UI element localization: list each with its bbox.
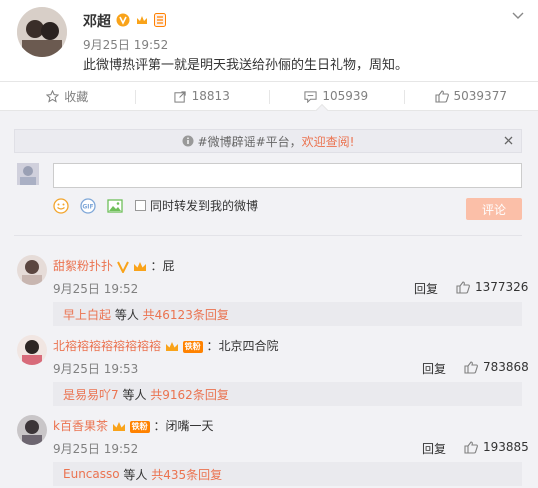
comment-like-button[interactable]: 193885 — [464, 440, 529, 454]
verified-icon — [116, 261, 129, 273]
action-bar: 收藏 18813 105939 5039377 — [0, 81, 538, 111]
sub-reply-user[interactable]: 是易易吖7 — [63, 386, 119, 403]
comment-like-count: 193885 — [483, 440, 529, 454]
image-icon[interactable] — [107, 198, 123, 214]
sub-reply-count[interactable]: 共9162条回复 — [150, 386, 229, 403]
comment-time: 9月25日 19:52 — [53, 282, 139, 296]
composer-tools: GIF 同时转发到我的微博 — [53, 197, 258, 214]
comment-like-count: 783868 — [483, 360, 529, 374]
reply-button[interactable]: 回复 — [422, 360, 446, 377]
commenter-name[interactable]: k百香果茶 — [53, 419, 108, 433]
commenter-name[interactable]: 甜絮粉扑扑 — [53, 259, 113, 273]
repost-button[interactable]: 18813 — [134, 82, 270, 110]
comment-count: 105939 — [322, 89, 369, 103]
repost-icon — [174, 90, 187, 103]
like-count: 5039377 — [453, 89, 507, 103]
fan-badge: 铁粉 — [182, 340, 203, 353]
sub-reply-count[interactable]: 共46123条回复 — [143, 306, 229, 323]
comment-like-button[interactable]: 783868 — [464, 360, 529, 374]
post: 邓超 9月25日 19:52 此微博热评第一就是明天我送给孙俪的生日礼物，周知。 — [0, 0, 538, 81]
crown-icon — [112, 421, 126, 433]
comment-button[interactable]: 105939 — [269, 82, 404, 110]
info-icon — [182, 135, 194, 147]
comment-text: ：闭嘴一天 — [153, 419, 214, 433]
comment-like-count: 1377326 — [475, 280, 529, 294]
close-icon[interactable] — [504, 134, 513, 148]
crown-icon — [165, 341, 179, 353]
crown-icon — [135, 13, 149, 31]
comment-time: 9月25日 19:52 — [53, 442, 139, 456]
emoji-icon[interactable] — [53, 197, 69, 214]
verified-icon — [116, 13, 130, 31]
commenter-avatar[interactable] — [17, 335, 47, 365]
author-avatar[interactable] — [17, 7, 67, 57]
favorite-label: 收藏 — [64, 89, 89, 104]
sub-replies[interactable]: 早上白起 等人 共46123条回复 — [53, 302, 522, 326]
repost-checkbox-label: 同时转发到我的微博 — [150, 199, 259, 213]
rumor-notice: #微博辟谣#平台， 欢迎查阅! — [14, 129, 522, 153]
checkbox-icon[interactable] — [135, 200, 146, 211]
comment-text: ：北京四合院 — [206, 339, 279, 353]
crown-icon — [133, 261, 147, 273]
post-time[interactable]: 9月25日 19:52 — [83, 36, 168, 53]
thumbs-up-icon — [456, 280, 470, 294]
comment-head: 北褣褣褣褣褣褣褣褣 铁粉 ：北京四合院 — [53, 337, 279, 354]
my-avatar[interactable] — [17, 163, 39, 185]
thumbs-up-icon — [434, 89, 449, 103]
comment-head: k百香果茶 铁粉 ：闭嘴一天 — [53, 417, 213, 434]
sub-reply-mid: 等人 — [111, 307, 143, 322]
repost-count: 18813 — [191, 89, 230, 103]
gif-icon[interactable]: GIF — [79, 197, 97, 214]
notice-link[interactable]: 欢迎查阅! — [302, 133, 355, 150]
member-icon — [153, 13, 166, 31]
thumbs-up-icon — [464, 440, 478, 454]
commenter-name[interactable]: 北褣褣褣褣褣褣褣褣 — [53, 339, 161, 353]
author-name[interactable]: 邓超 — [83, 11, 166, 31]
reply-button[interactable]: 回复 — [422, 440, 446, 457]
comment-time: 9月25日 19:53 — [53, 362, 139, 376]
fan-badge: 铁粉 — [129, 420, 150, 433]
comment-section: #微博辟谣#平台， 欢迎查阅! GIF 同时转发到我的微博 评论 甜絮粉扑扑 ：… — [0, 111, 538, 488]
sub-reply-count[interactable]: 共435条回复 — [151, 466, 222, 483]
chevron-down-icon[interactable] — [512, 9, 524, 23]
notice-text: #微博辟谣#平台， — [197, 134, 302, 149]
star-icon — [46, 89, 60, 103]
like-button[interactable]: 5039377 — [403, 82, 538, 110]
repost-checkbox[interactable]: 同时转发到我的微博 — [135, 197, 258, 214]
sub-reply-mid: 等人 — [119, 467, 152, 482]
commenter-avatar[interactable] — [17, 415, 47, 445]
svg-text:GIF: GIF — [82, 203, 93, 210]
weibo-card: 邓超 9月25日 19:52 此微博热评第一就是明天我送给孙俪的生日礼物，周知。… — [0, 0, 538, 111]
comment-icon — [304, 90, 317, 103]
reply-button[interactable]: 回复 — [414, 280, 438, 297]
comment-text: ：屁 — [150, 259, 175, 273]
divider — [14, 235, 522, 236]
post-text: 此微博热评第一就是明天我送给孙俪的生日礼物，周知。 — [83, 58, 409, 73]
sub-replies[interactable]: 是易易吖7 等人 共9162条回复 — [53, 382, 522, 406]
sub-replies[interactable]: Euncasso 等人 共435条回复 — [53, 462, 522, 486]
sub-reply-mid: 等人 — [118, 387, 151, 402]
commenter-avatar[interactable] — [17, 255, 47, 285]
comment-head: 甜絮粉扑扑 ：屁 — [53, 257, 175, 274]
sub-reply-user[interactable]: 早上白起 — [63, 306, 111, 323]
thumbs-up-icon — [464, 360, 478, 374]
favorite-button[interactable]: 收藏 — [0, 82, 135, 110]
sub-reply-user[interactable]: Euncasso — [63, 467, 120, 481]
author-name-text[interactable]: 邓超 — [83, 14, 111, 30]
comment-input[interactable] — [53, 163, 522, 188]
submit-comment-button[interactable]: 评论 — [466, 198, 522, 220]
comment-like-button[interactable]: 1377326 — [456, 280, 528, 294]
